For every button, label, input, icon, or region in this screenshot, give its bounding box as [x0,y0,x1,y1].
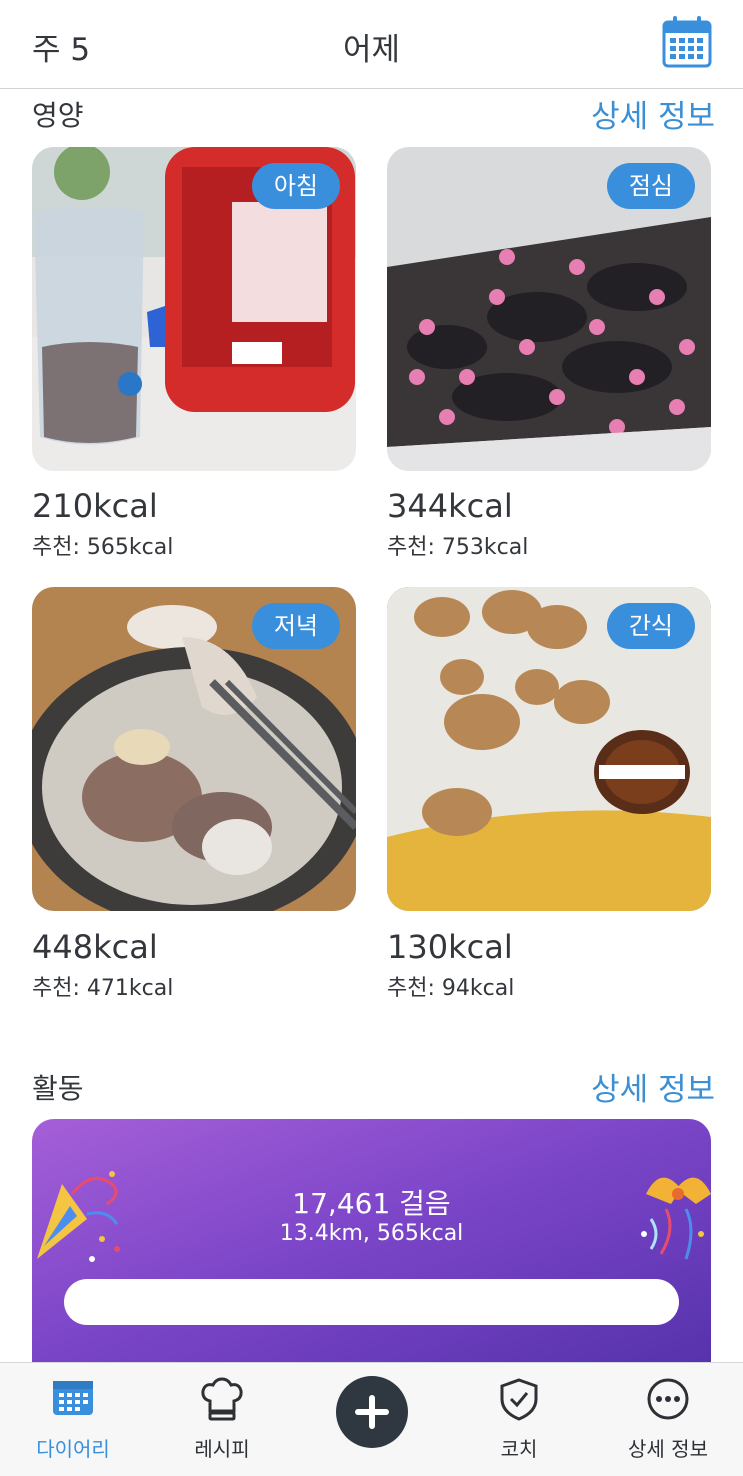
snack-recommended: 추천: 94kcal [387,976,515,1001]
step-count: 17,461 걸음 [292,1187,451,1220]
dinner-card[interactable]: 저녁 [32,587,356,911]
chef-hat-icon [201,1377,243,1421]
tab-label: 코치 [500,1437,538,1461]
lunch-kcal: 344kcal [387,487,513,525]
distance-calories: 13.4km, 565kcal [279,1221,464,1246]
activity-title: 활동 [32,1072,84,1105]
snack-kcal: 130kcal [387,928,513,966]
tab-coach[interactable]: 코치 [454,1363,584,1476]
plus-icon [355,1395,389,1429]
page-title: 어제 [342,32,401,68]
dinner-recommended: 추천: 471kcal [32,976,174,1001]
dinner-kcal: 448kcal [32,928,158,966]
meal-badge: 저녁 [251,603,340,649]
step-progress-bar [64,1279,679,1325]
breakfast-recommended: 추천: 565kcal [32,535,174,560]
tab-recipes[interactable]: 레시피 [157,1363,287,1476]
tab-bar: 다이어리 레시피 코치 상세 정보 [0,1362,743,1476]
top-bar: 주 5 어제 [0,0,743,89]
calendar-icon[interactable] [660,14,714,70]
activity-detail-link[interactable]: 상세 정보 [591,1064,715,1109]
breakfast-card[interactable]: 아침 [32,147,356,471]
tab-label: 다이어리 [36,1437,110,1461]
meal-badge: 간식 [606,603,695,649]
add-button[interactable] [336,1376,408,1448]
tab-diary[interactable]: 다이어리 [8,1363,138,1476]
activity-card[interactable]: 17,461 걸음 13.4km, 565kcal [32,1119,711,1399]
tab-label: 상세 정보 [628,1437,708,1461]
nutrition-title: 영양 [32,99,84,132]
meal-badge: 아침 [251,163,340,209]
more-icon [647,1378,689,1420]
lunch-recommended: 추천: 753kcal [387,535,529,560]
breakfast-kcal: 210kcal [32,487,158,525]
calendar-icon [53,1381,93,1415]
snack-card[interactable]: 간식 [387,587,711,911]
tab-more[interactable]: 상세 정보 [603,1363,733,1476]
shield-check-icon [500,1378,538,1421]
tab-label: 레시피 [194,1437,250,1461]
lunch-card[interactable]: 점심 [387,147,711,471]
nutrition-detail-link[interactable]: 상세 정보 [591,91,715,136]
meal-badge: 점심 [606,163,695,209]
